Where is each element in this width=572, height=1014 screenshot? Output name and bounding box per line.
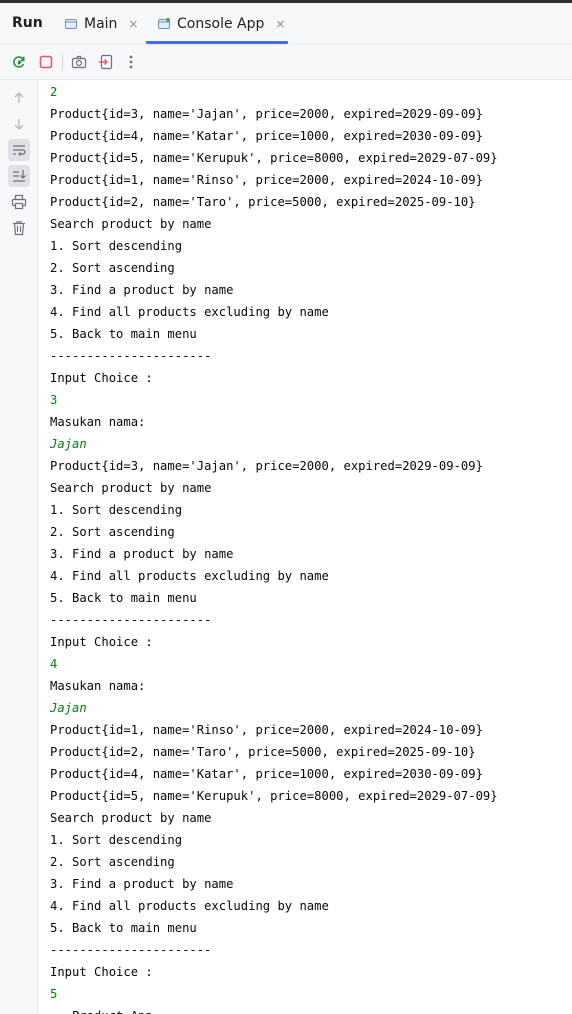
console-output-line: 5. Back to main menu [50, 921, 197, 935]
app-window-icon [157, 17, 171, 31]
console-output-line: 5. Back to main menu [50, 591, 197, 605]
console-output-line: 3. Find a product by name [50, 283, 234, 297]
console-input-line: 2 [50, 85, 58, 99]
tab-console-app[interactable]: Console App × [157, 3, 286, 45]
console-output-line: Product{id=1, name='Rinso', price=2000, … [50, 173, 483, 187]
console-output-line: Product{id=2, name='Taro', price=5000, e… [50, 745, 476, 759]
console-output-line: ---Product App--- [50, 1005, 570, 1014]
close-icon[interactable]: × [274, 17, 286, 31]
console-output[interactable]: 2 Product{id=3, name='Jajan', price=2000,… [50, 81, 570, 1014]
console-output-line: Product{id=3, name='Jajan', price=2000, … [50, 107, 483, 121]
console-output-line: 1. Sort descending [50, 503, 183, 517]
print-icon[interactable] [8, 191, 30, 213]
console-output-line: Product{id=1, name='Rinso', price=2000, … [50, 723, 483, 737]
console-input-line: 5 [50, 987, 58, 1001]
console-output-line: Product{id=3, name='Jajan', price=2000, … [50, 459, 483, 473]
more-icon[interactable] [122, 53, 140, 71]
run-tool-window-header: Run Main × Console App × [0, 3, 572, 45]
console-output-line: 2. Sort ascending [50, 261, 175, 275]
console-output-line: Input Choice : [50, 965, 153, 979]
exit-icon[interactable] [97, 53, 115, 71]
active-tab-indicator [146, 41, 288, 44]
run-title: Run [12, 15, 43, 31]
console-output-line: 4. Find all products excluding by name [50, 305, 329, 319]
console-output-line: ---------------------- [50, 943, 212, 957]
close-icon[interactable]: × [127, 17, 139, 31]
arrow-down-icon[interactable] [8, 113, 30, 135]
console-input-line: 4 [50, 657, 58, 671]
console-side-toolbar [0, 80, 38, 1014]
arrow-up-icon[interactable] [8, 87, 30, 109]
soft-wrap-icon[interactable] [8, 139, 30, 161]
console-output-line: 1. Sort descending [50, 239, 183, 253]
rerun-icon[interactable] [10, 53, 28, 71]
console-output-line: Masukan nama: [50, 679, 146, 693]
console-output-line: 1. Sort descending [50, 833, 183, 847]
console-output-line: Product{id=4, name='Katar', price=1000, … [50, 767, 483, 781]
console-output-line: 4. Find all products excluding by name [50, 569, 329, 583]
console-output-line: 4. Find all products excluding by name [50, 899, 329, 913]
console-output-line: Product{id=2, name='Taro', price=5000, e… [50, 195, 476, 209]
console-output-line: ---------------------- [50, 613, 212, 627]
run-toolbar [0, 45, 572, 80]
console-output-line: Search product by name [50, 811, 212, 825]
console-output-line: Search product by name [50, 217, 212, 231]
window-icon [64, 17, 78, 31]
scroll-to-end-icon[interactable] [8, 165, 30, 187]
tab-main[interactable]: Main × [64, 3, 139, 45]
console-output-line: Input Choice : [50, 371, 153, 385]
console-output-line: Input Choice : [50, 635, 153, 649]
console-input-line: 3 [50, 393, 58, 407]
console-output-line: 2. Sort ascending [50, 855, 175, 869]
console-output-line: 3. Find a product by name [50, 547, 234, 561]
trash-icon[interactable] [8, 217, 30, 239]
console-input-line: Jajan [50, 437, 87, 451]
console-output-line: Product{id=4, name='Katar', price=1000, … [50, 129, 483, 143]
console-output-line: 3. Find a product by name [50, 877, 234, 891]
toolbar-separator [62, 54, 63, 70]
stop-icon[interactable] [37, 53, 55, 71]
console-output-line: Product{id=5, name='Kerupuk', price=8000… [50, 151, 498, 165]
console-output-line: 2. Sort ascending [50, 525, 175, 539]
camera-icon[interactable] [70, 53, 88, 71]
console-output-line: 5. Back to main menu [50, 327, 197, 341]
tab-console-app-label: Console App [177, 16, 265, 32]
console-output-line: ---------------------- [50, 349, 212, 363]
console-output-line: Search product by name [50, 481, 212, 495]
console-output-line: Product{id=5, name='Kerupuk', price=8000… [50, 789, 498, 803]
console-output-line: Masukan nama: [50, 415, 146, 429]
tab-main-label: Main [84, 16, 118, 32]
console-input-line: Jajan [50, 701, 87, 715]
